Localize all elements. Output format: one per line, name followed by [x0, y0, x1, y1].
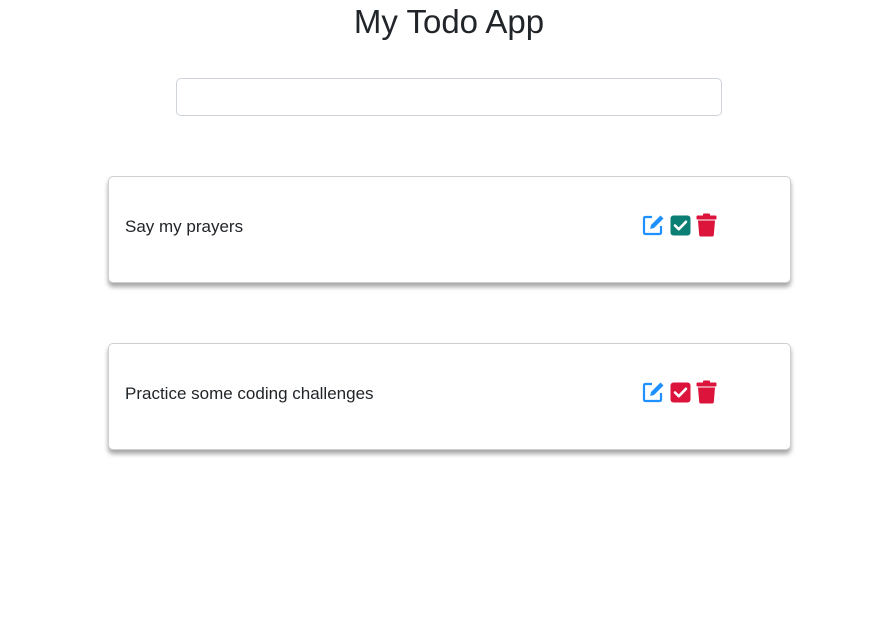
delete-button[interactable] [696, 213, 717, 237]
check-square-icon [670, 382, 691, 402]
edit-icon [642, 382, 664, 403]
trash-icon [696, 380, 717, 404]
todo-card: Say my prayers [108, 176, 791, 283]
edit-button[interactable] [642, 381, 666, 403]
delete-button[interactable] [696, 380, 717, 404]
new-todo-input[interactable] [176, 78, 722, 116]
complete-button[interactable] [670, 382, 691, 403]
app-title: My Todo App [353, 3, 545, 40]
todo-actions [642, 213, 717, 237]
edit-icon [642, 215, 664, 236]
trash-icon [696, 213, 717, 237]
complete-button[interactable] [670, 215, 691, 236]
check-square-icon [670, 215, 691, 235]
todo-text: Practice some coding challenges [125, 384, 374, 403]
edit-button[interactable] [642, 214, 666, 236]
todo-actions [642, 380, 717, 404]
todo-text: Say my prayers [125, 217, 244, 236]
todo-card: Practice some coding challenges [108, 343, 791, 450]
